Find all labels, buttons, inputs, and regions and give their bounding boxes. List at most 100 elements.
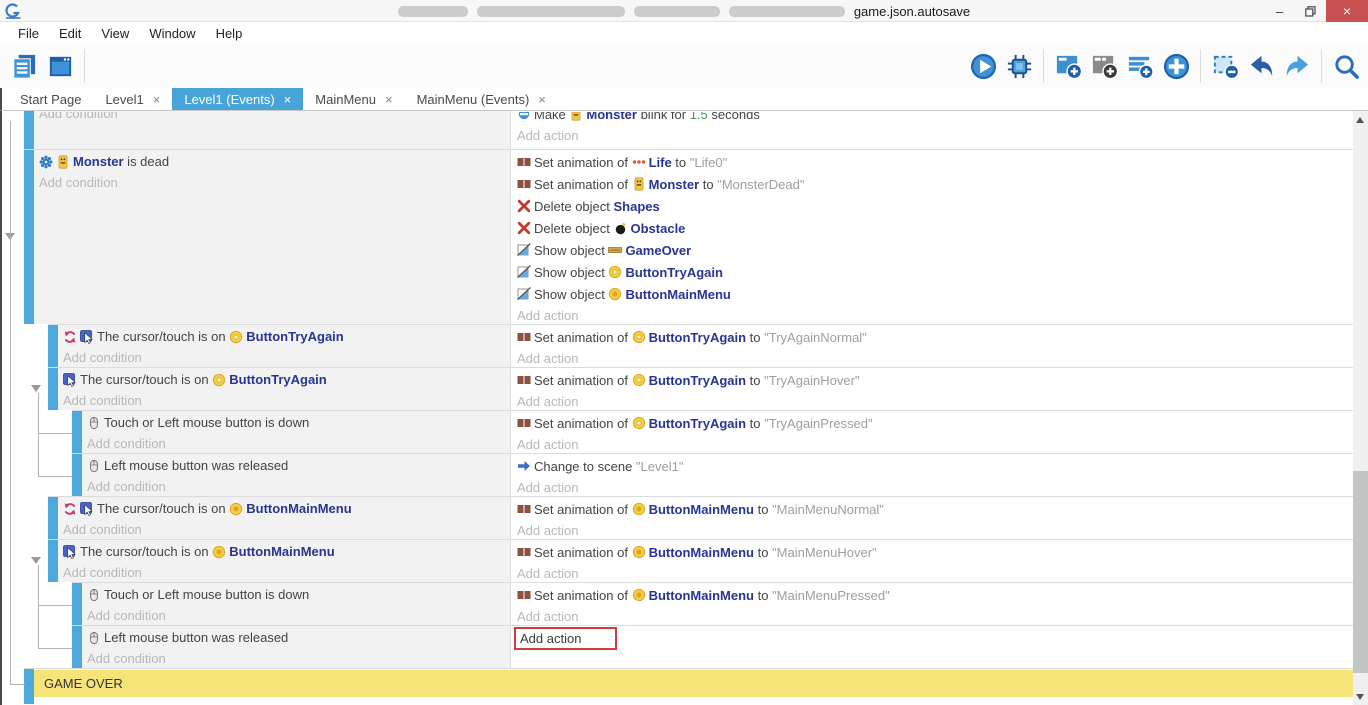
add-action-link[interactable]: Add action — [517, 305, 1353, 324]
conditions-cell[interactable]: Add condition — [34, 111, 510, 149]
event-indent-bar[interactable] — [48, 325, 58, 367]
event-indent-bar[interactable] — [24, 111, 34, 149]
redo-icon[interactable] — [1281, 49, 1313, 83]
add-action-link[interactable]: Add action — [517, 477, 1353, 496]
actions-cell[interactable]: Set animation of ButtonMainMenu to "Main… — [510, 583, 1353, 625]
add-condition-link[interactable]: Add condition — [87, 648, 510, 668]
condition[interactable]: The cursor/touch is on ButtonMainMenu — [63, 541, 510, 562]
add-condition-link[interactable]: Add condition — [39, 172, 510, 192]
actions-cell[interactable]: Set animation of ButtonTryAgain to "TryA… — [510, 325, 1353, 367]
event-indent-bar[interactable] — [48, 368, 58, 410]
add-action-link[interactable]: Add action — [517, 125, 1353, 145]
conditions-cell[interactable]: Touch or Left mouse button is downAdd co… — [82, 411, 510, 453]
tab-start-page[interactable]: Start Page — [8, 88, 93, 110]
add-action-link[interactable]: Add action — [517, 520, 1353, 539]
add-subevent-icon[interactable] — [1088, 49, 1120, 83]
condition[interactable]: Left mouse button was released — [87, 455, 510, 476]
add-event-icon[interactable] — [1052, 49, 1084, 83]
menu-view[interactable]: View — [91, 23, 139, 44]
play-icon[interactable] — [967, 49, 999, 83]
debug-icon[interactable] — [1003, 49, 1035, 83]
add-comment-icon[interactable] — [1124, 49, 1156, 83]
condition[interactable]: The cursor/touch is on ButtonTryAgain — [63, 326, 510, 347]
project-manager-icon[interactable] — [8, 49, 40, 83]
tab-level1[interactable]: Level1× — [93, 88, 172, 110]
action[interactable]: Set animation of ButtonTryAgain to "TryA… — [517, 326, 1353, 348]
conditions-cell[interactable]: Left mouse button was releasedAdd condit… — [82, 454, 510, 496]
actions-cell[interactable]: Change to scene "Level1"Add action — [510, 454, 1353, 496]
conditions-cell[interactable]: The cursor/touch is on ButtonMainMenuAdd… — [58, 540, 510, 582]
restore-button[interactable] — [1295, 0, 1326, 22]
condition[interactable]: Monster is dead — [39, 151, 510, 172]
actions-cell[interactable]: Set animation of ButtonMainMenu to "Main… — [510, 540, 1353, 582]
event-indent-bar[interactable] — [24, 669, 34, 698]
condition[interactable]: The cursor/touch is on ButtonTryAgain — [63, 369, 510, 390]
conditions-cell[interactable]: The cursor/touch is on ButtonTryAgainAdd… — [58, 368, 510, 410]
fold-arrow-icon[interactable] — [31, 385, 41, 392]
add-condition-link[interactable]: Add condition — [39, 112, 510, 123]
menu-file[interactable]: File — [8, 23, 49, 44]
conditions-cell[interactable]: Left mouse button was releasedAdd condit… — [82, 626, 510, 668]
conditions-cell[interactable]: Monster is deadAdd condition — [34, 150, 510, 324]
tab-mainmenu[interactable]: MainMenu× — [303, 88, 404, 110]
conditions-cell[interactable]: Touch or Left mouse button is downAdd co… — [82, 583, 510, 625]
add-condition-link[interactable]: Add condition — [63, 390, 510, 410]
actions-cell[interactable]: Make Monster blink for 1.5 secondsAdd ac… — [510, 111, 1353, 149]
condition[interactable]: The cursor/touch is on ButtonMainMenu — [63, 498, 510, 519]
menu-window[interactable]: Window — [139, 23, 205, 44]
action[interactable]: Set animation of ButtonMainMenu to "Main… — [517, 541, 1353, 563]
add-condition-link[interactable]: Add condition — [63, 347, 510, 367]
action[interactable]: Delete object Shapes — [517, 195, 1353, 217]
actions-cell[interactable]: Set animation of Life to "Life0"Set anim… — [510, 150, 1353, 324]
add-condition-link[interactable]: Add condition — [87, 605, 510, 625]
add-action-link[interactable]: Add action — [517, 348, 1353, 367]
action[interactable]: Set animation of Monster to "MonsterDead… — [517, 173, 1353, 195]
add-condition-link[interactable]: Add condition — [63, 562, 510, 582]
event-indent-bar[interactable] — [72, 626, 82, 668]
add-action-link[interactable]: Add action — [517, 563, 1353, 582]
minimize-button[interactable]: – — [1264, 0, 1295, 22]
action[interactable]: Set animation of ButtonMainMenu to "Main… — [517, 498, 1353, 520]
event-indent-bar[interactable] — [72, 411, 82, 453]
action[interactable]: Set animation of ButtonTryAgain to "TryA… — [517, 412, 1353, 434]
tab-close-icon[interactable]: × — [385, 92, 393, 107]
add-condition-link[interactable]: Add condition — [87, 433, 510, 453]
add-action-link[interactable]: Add action — [517, 606, 1353, 625]
action[interactable]: Set animation of ButtonTryAgain to "TryA… — [517, 369, 1353, 391]
menu-edit[interactable]: Edit — [49, 23, 91, 44]
add-condition-link[interactable]: Add condition — [87, 476, 510, 496]
tab-close-icon[interactable]: × — [538, 92, 546, 107]
conditions-cell[interactable]: The cursor/touch is on ButtonTryAgainAdd… — [58, 325, 510, 367]
actions-cell[interactable]: Add action — [510, 626, 1353, 668]
action[interactable]: Set animation of Life to "Life0" — [517, 151, 1353, 173]
condition[interactable]: Touch or Left mouse button is down — [87, 412, 510, 433]
event-indent-bar[interactable] — [48, 540, 58, 582]
condition[interactable]: Touch or Left mouse button is down — [87, 584, 510, 605]
actions-cell[interactable]: Set animation of ButtonTryAgain to "TryA… — [510, 368, 1353, 410]
action[interactable]: Delete object Obstacle — [517, 217, 1353, 239]
scroll-up-icon[interactable] — [1356, 117, 1364, 123]
comment-event[interactable]: GAME OVER — [24, 668, 1353, 698]
action[interactable]: Set animation of ButtonMainMenu to "Main… — [517, 584, 1353, 606]
add-action-link-highlighted[interactable]: Add action — [514, 627, 617, 650]
event-indent-bar[interactable] — [72, 454, 82, 496]
event-indent-bar[interactable] — [72, 583, 82, 625]
fold-arrow-icon[interactable] — [31, 557, 41, 564]
actions-cell[interactable]: Set animation of ButtonTryAgain to "TryA… — [510, 411, 1353, 453]
conditions-cell[interactable]: The cursor/touch is on ButtonMainMenuAdd… — [58, 497, 510, 539]
scene-editor-icon[interactable] — [44, 49, 76, 83]
vertical-scrollbar[interactable] — [1353, 111, 1368, 705]
tab-close-icon[interactable]: × — [284, 92, 292, 107]
menu-help[interactable]: Help — [206, 23, 253, 44]
action[interactable]: Show object ButtonMainMenu — [517, 283, 1353, 305]
comment-text[interactable]: GAME OVER — [34, 670, 1353, 697]
add-plus-icon[interactable] — [1160, 49, 1192, 83]
event-indent-bar[interactable] — [24, 150, 34, 324]
tab-level1-events-[interactable]: Level1 (Events)× — [172, 88, 303, 110]
action[interactable]: Show object ButtonTryAgain — [517, 261, 1353, 283]
add-condition-link[interactable]: Add condition — [63, 519, 510, 539]
remove-selection-icon[interactable] — [1209, 49, 1241, 83]
action[interactable]: Change to scene "Level1" — [517, 455, 1353, 477]
add-action-link[interactable]: Add action — [517, 434, 1353, 453]
event-indent-bar[interactable] — [48, 497, 58, 539]
